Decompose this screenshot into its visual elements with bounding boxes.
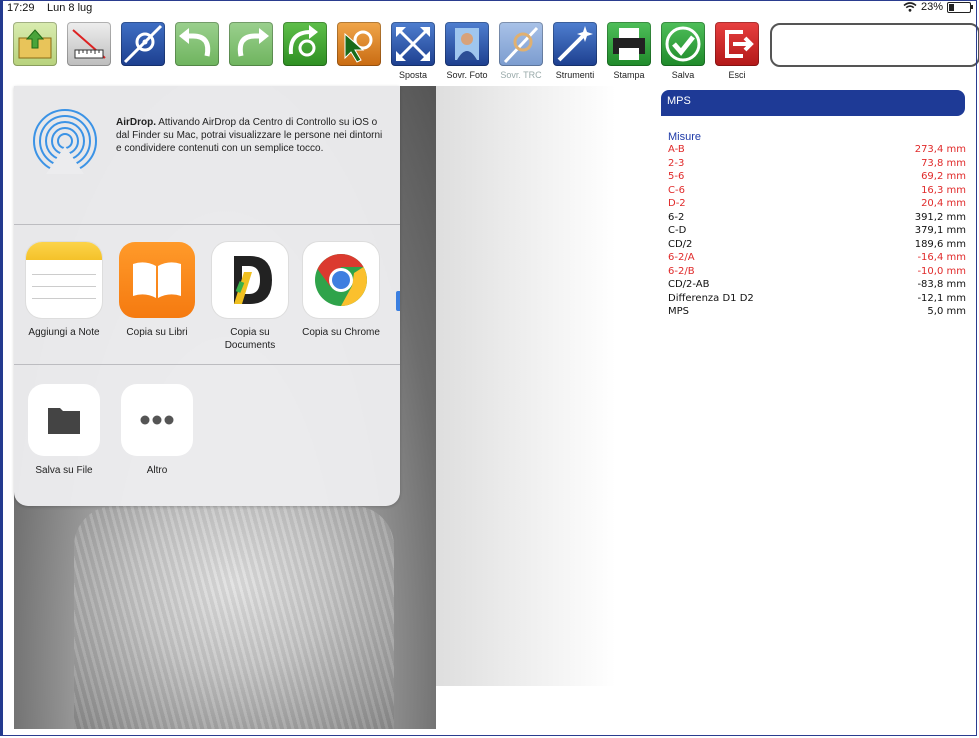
battery-icon xyxy=(947,1,973,13)
measure-name: 5-6 xyxy=(668,171,685,182)
measure-row: C-6 16,3 mm xyxy=(668,185,966,198)
undo-button[interactable] xyxy=(172,22,222,82)
measure-row: 5-6 69,2 mm xyxy=(668,171,966,184)
measure-value: -16,4 mm xyxy=(917,252,966,263)
measure-value: 391,2 mm xyxy=(914,211,966,223)
measure-value: 16,3 mm xyxy=(921,184,966,196)
share-sheet: AirDrop. Attivando AirDrop da Centro di … xyxy=(14,86,400,506)
folder-upload-icon xyxy=(13,22,57,66)
overlay-trc-icon xyxy=(499,22,543,66)
measure-row: MPS 5,0 mm xyxy=(668,306,966,319)
stampa-button[interactable]: Stampa xyxy=(604,22,654,82)
measure-value: -83,8 mm xyxy=(917,279,966,290)
action-more[interactable]: Altro xyxy=(114,384,200,477)
status-bar: 17:29 Lun 8 lug 23% xyxy=(5,0,975,16)
point-1-button[interactable] xyxy=(118,22,168,82)
point-2-button[interactable] xyxy=(334,22,384,82)
status-date: Lun 8 lug xyxy=(47,2,93,14)
bone-structure xyxy=(74,506,394,729)
airdrop-description: AirDrop. Attivando AirDrop da Centro di … xyxy=(116,117,383,154)
measure-name: Differenza D1 D2 xyxy=(668,292,754,304)
target-point-icon xyxy=(121,22,165,66)
measure-row: 2-3 73,8 mm xyxy=(668,158,966,171)
measure-name: C-6 xyxy=(668,184,685,196)
divider xyxy=(14,364,400,365)
measure-row: 6-2 391,2 mm xyxy=(668,212,966,225)
notes-icon xyxy=(26,242,102,318)
calibra-button[interactable] xyxy=(64,22,114,82)
measure-value: 379,1 mm xyxy=(914,225,966,236)
cursor-target-icon xyxy=(337,22,381,66)
undo-icon xyxy=(175,22,219,66)
measure-row: CD/2-AB -83,8 mm xyxy=(668,279,966,292)
measure-name: CD/2 xyxy=(668,238,693,250)
measure-name: 6-2/B xyxy=(668,265,695,277)
documents-icon xyxy=(212,242,288,318)
open-folder-button[interactable] xyxy=(10,22,60,82)
chrome-icon xyxy=(303,242,379,318)
app-notes[interactable]: Aggiungi a Note xyxy=(21,242,107,339)
measure-name: MPS xyxy=(668,306,690,317)
sovr-foto-button[interactable]: Sovr. Foto xyxy=(442,22,492,82)
airdrop-icon xyxy=(33,109,97,174)
measure-name: 6-2/A xyxy=(668,252,695,263)
measure-row: 6-2/B -10,0 mm xyxy=(668,266,966,279)
checkmark-icon xyxy=(661,22,705,66)
measure-row: 6-2/A -16,4 mm xyxy=(668,252,966,265)
measure-value: 189,6 mm xyxy=(914,238,966,250)
move-arrows-icon xyxy=(391,22,435,66)
status-indicators: 23% xyxy=(903,1,973,13)
image-fade xyxy=(436,86,616,686)
measure-value: 273,4 mm xyxy=(914,144,966,155)
magic-wand-icon xyxy=(553,22,597,66)
measure-row: Differenza D1 D2 -12,1 mm xyxy=(668,293,966,306)
sposta-button[interactable]: Sposta xyxy=(388,22,438,82)
app-chrome[interactable]: Copia su Chrome xyxy=(298,242,384,339)
measure-value: 69,2 mm xyxy=(921,171,966,182)
redo-icon xyxy=(229,22,273,66)
folder-icon xyxy=(28,384,100,456)
airdrop-section[interactable]: AirDrop. Attivando AirDrop da Centro di … xyxy=(14,86,400,224)
salva-button[interactable]: Salva xyxy=(658,22,708,82)
measure-name: C-D xyxy=(668,225,687,236)
ruler-icon xyxy=(67,22,111,66)
more-apps-peek xyxy=(396,291,400,311)
measure-name: CD/2-AB xyxy=(668,279,710,290)
measure-row: D-2 20,4 mm xyxy=(668,198,966,211)
books-icon xyxy=(119,242,195,318)
rotate-button[interactable] xyxy=(280,22,330,82)
mps-header: MPS xyxy=(661,90,965,116)
toolbar: Sposta Sovr. Foto Sovr. TRC Strumenti St… xyxy=(10,22,979,84)
measure-row: C-D 379,1 mm xyxy=(668,225,966,238)
measure-value: -12,1 mm xyxy=(917,292,966,304)
esci-button[interactable]: Esci xyxy=(712,22,762,82)
divider xyxy=(14,224,400,225)
measure-value: 73,8 mm xyxy=(921,157,966,169)
app-books[interactable]: Copia su Libri xyxy=(114,242,200,339)
battery-percent: 23% xyxy=(920,1,943,13)
app-documents[interactable]: Copia su Documents xyxy=(207,242,293,352)
person-photo-icon xyxy=(445,22,489,66)
measure-row: CD/2 189,6 mm xyxy=(668,239,966,252)
measure-name: D-2 xyxy=(668,198,686,209)
measure-name: 6-2 xyxy=(668,211,685,223)
measure-value: 20,4 mm xyxy=(921,198,966,209)
exit-door-icon xyxy=(715,22,759,66)
action-save-to-files[interactable]: Salva su File xyxy=(21,384,107,477)
measure-name: 2-3 xyxy=(668,157,685,169)
strumenti-button[interactable]: Strumenti xyxy=(550,22,600,82)
wifi-icon xyxy=(903,2,917,12)
ellipsis-icon xyxy=(121,384,193,456)
status-time: 17:29 xyxy=(7,2,35,14)
sovr-trc-button[interactable]: Sovr. TRC xyxy=(496,22,546,82)
measure-value: 5,0 mm xyxy=(927,306,966,317)
text-field[interactable] xyxy=(770,23,979,67)
printer-icon xyxy=(607,22,651,66)
measures-title: Misure xyxy=(668,131,702,143)
measure-value: -10,0 mm xyxy=(917,265,966,277)
measure-row: A-B 273,4 mm xyxy=(668,144,966,157)
redo-button[interactable] xyxy=(226,22,276,82)
measure-name: A-B xyxy=(668,144,685,155)
rotate-target-icon xyxy=(283,22,327,66)
